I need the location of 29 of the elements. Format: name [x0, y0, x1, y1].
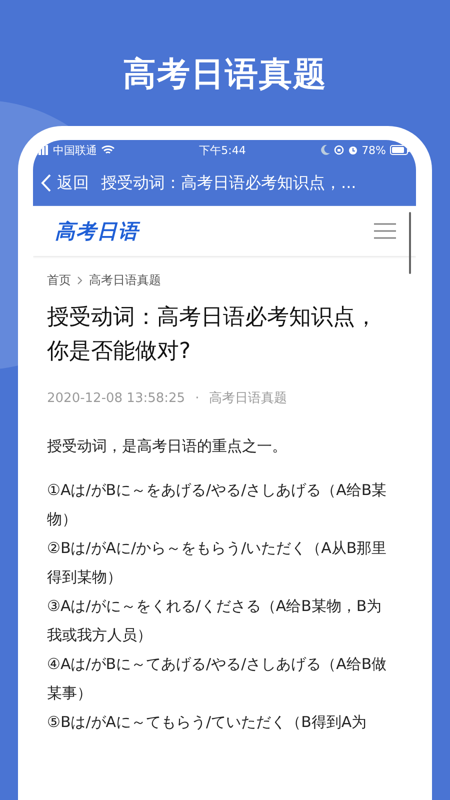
- separator-dot: ·: [195, 390, 200, 406]
- article-paragraph: ④Aは/がBに～てあげる/やる/さしあげる（A给B做某事）: [47, 654, 388, 704]
- article-paragraph: ⑤Bは/がAに～てもらう/ていただく（B得到A为: [47, 712, 368, 733]
- article-category: 高考日语真题: [209, 390, 288, 407]
- back-button[interactable]: 返回: [41, 172, 89, 194]
- battery-percent: 78%: [362, 144, 386, 156]
- article-paragraph: ②Bは/がAに/から～をもらう/いただく（A从B那里得到某物）: [47, 538, 388, 588]
- article-intro: 授受动词，是高考日语的重点之一。: [47, 437, 288, 456]
- article-paragraph: ③Aは/がに～をくれる/くださる（A给B某物，B为我或我方人员）: [47, 596, 383, 646]
- site-logo[interactable]: 高考日语: [55, 218, 139, 244]
- page-title: 授受动词：高考日语必考知识点，...: [101, 172, 356, 194]
- alarm-icon: [348, 145, 358, 155]
- chevron-right-icon: [77, 276, 83, 285]
- menu-button[interactable]: [374, 223, 396, 239]
- lock-rotation-icon: [334, 145, 344, 155]
- clock: 下午5:44: [199, 142, 246, 158]
- battery-icon: [390, 145, 410, 155]
- breadcrumb-link[interactable]: 高考日语真题: [89, 272, 161, 289]
- article-title: 授受动词：高考日语必考知识点，你是否能做对?: [47, 304, 378, 366]
- carrier: 中国联通: [53, 142, 97, 158]
- wifi-icon: [101, 145, 115, 155]
- moon-icon: [320, 145, 330, 155]
- headline: 高考日语真题: [123, 54, 327, 93]
- breadcrumb-link[interactable]: 首页: [47, 272, 71, 289]
- chevron-left-icon: [41, 174, 51, 192]
- menu-icon: [374, 223, 396, 239]
- scrollbar: [409, 212, 411, 274]
- article-paragraph: ①Aは/がBに～をあげる/やる/さしあげる（A给B某物）: [47, 480, 388, 530]
- article-date: 2020-12-08 13:58:25: [47, 390, 186, 406]
